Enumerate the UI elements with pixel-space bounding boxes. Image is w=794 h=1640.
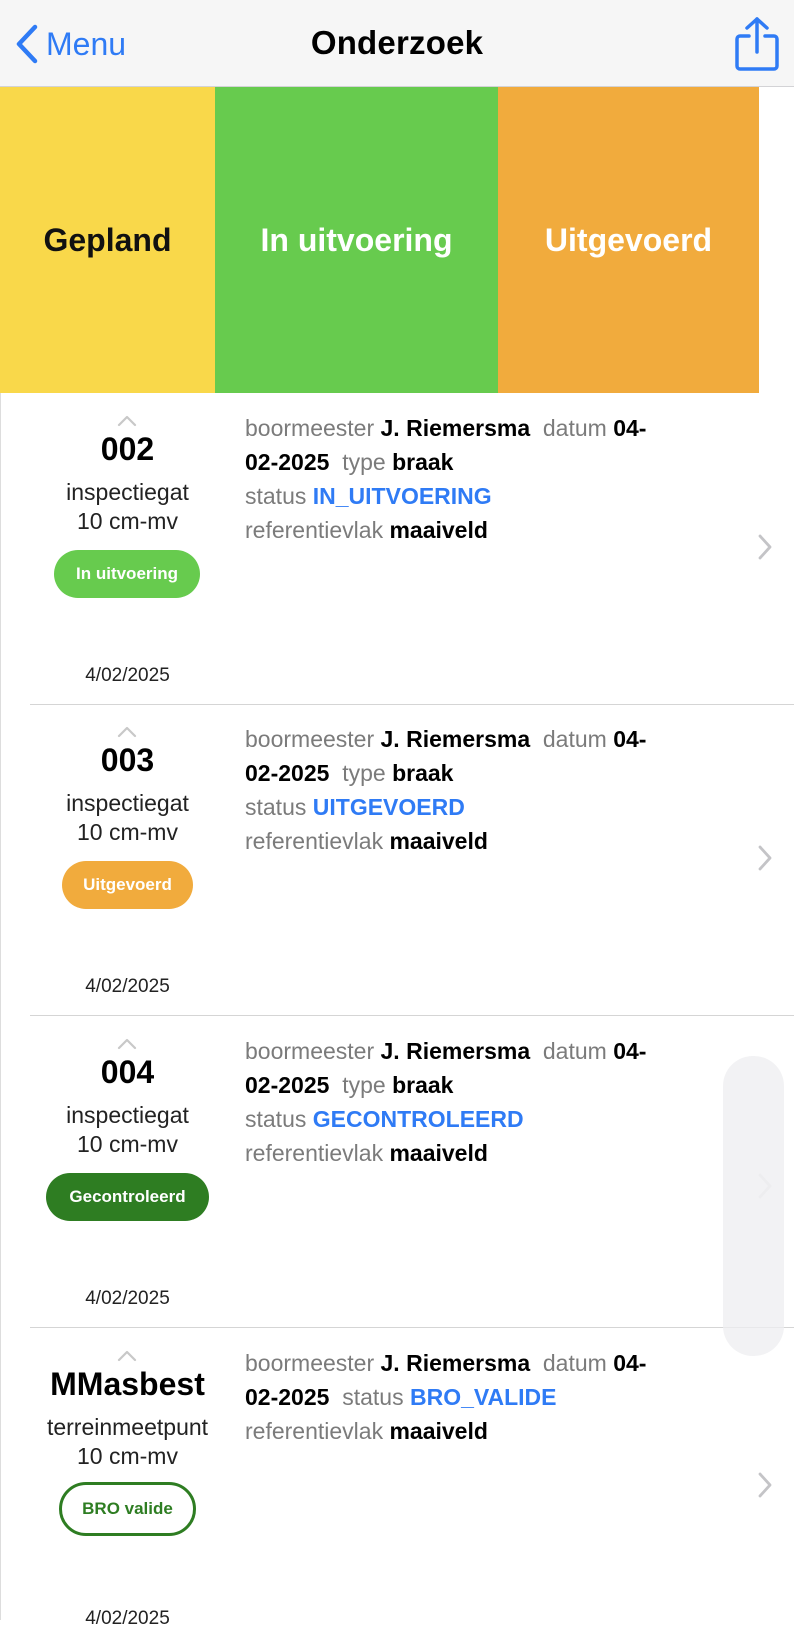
list-item[interactable]: MMasbest terreinmeetpunt 10 cm-mv BRO va… bbox=[0, 1328, 794, 1640]
label-datum: datum bbox=[542, 415, 607, 441]
status-tabs: Gepland In uitvoering Uitgevoerd bbox=[0, 87, 759, 393]
value-status: IN_UITVOERING bbox=[312, 483, 492, 509]
value-datum-part1: 04- bbox=[613, 415, 647, 441]
label-datum: datum bbox=[542, 1350, 607, 1376]
chevron-right-icon bbox=[758, 1472, 772, 1498]
chevron-right-icon bbox=[758, 845, 772, 871]
navigation-bar: Menu Onderzoek bbox=[0, 0, 794, 87]
label-status: status bbox=[342, 1384, 404, 1410]
value-boormeester: J. Riemersma bbox=[380, 1038, 531, 1064]
item-date: 4/02/2025 bbox=[85, 1608, 170, 1629]
item-kind: inspectiegat bbox=[66, 479, 189, 505]
item-date: 4/02/2025 bbox=[85, 665, 170, 686]
value-referentievlak: maaiveld bbox=[389, 828, 488, 854]
item-depth: 10 cm-mv bbox=[77, 508, 178, 534]
chevron-up-icon[interactable] bbox=[117, 415, 137, 427]
item-depth: 10 cm-mv bbox=[77, 1131, 178, 1157]
value-datum-part1: 04- bbox=[613, 726, 647, 752]
item-kind: inspectiegat bbox=[66, 790, 189, 816]
tab-label: Gepland bbox=[43, 221, 172, 258]
value-boormeester: J. Riemersma bbox=[380, 415, 531, 441]
item-details: boormeester J. Riemersma datum 04- 02-20… bbox=[245, 722, 705, 858]
item-details: boormeester J. Riemersma datum 04- 02-20… bbox=[245, 1034, 705, 1170]
value-datum-part2: 02-2025 bbox=[245, 449, 330, 475]
tab-label: Uitgevoerd bbox=[544, 221, 713, 258]
label-status: status bbox=[245, 483, 307, 509]
label-referentievlak: referentievlak bbox=[245, 1418, 384, 1444]
label-datum: datum bbox=[542, 726, 607, 752]
item-code: MMasbest bbox=[50, 1366, 205, 1402]
label-datum: datum bbox=[542, 1038, 607, 1064]
item-code: 002 bbox=[100, 431, 155, 467]
value-datum-part2: 02-2025 bbox=[245, 1072, 330, 1098]
status-badge: BRO valide bbox=[59, 1482, 196, 1536]
chevron-up-icon[interactable] bbox=[117, 1350, 137, 1362]
status-badge: Gecontroleerd bbox=[46, 1173, 209, 1221]
chevron-right-icon bbox=[758, 534, 772, 560]
status-badge: In uitvoering bbox=[54, 550, 200, 598]
value-datum-part1: 04- bbox=[613, 1038, 647, 1064]
item-details: boormeester J. Riemersma datum 04- 02-20… bbox=[245, 1346, 705, 1448]
value-boormeester: J. Riemersma bbox=[380, 726, 531, 752]
item-code: 004 bbox=[100, 1054, 155, 1090]
item-kind: terreinmeetpunt bbox=[46, 1414, 209, 1440]
scrollbar[interactable] bbox=[723, 1056, 784, 1356]
value-status: UITGEVOERD bbox=[312, 794, 465, 820]
tab-uitgevoerd[interactable]: Uitgevoerd bbox=[498, 87, 759, 393]
value-type: braak bbox=[392, 1072, 454, 1098]
value-status: GECONTROLEERD bbox=[312, 1106, 524, 1132]
value-type: braak bbox=[392, 760, 454, 786]
label-referentievlak: referentievlak bbox=[245, 1140, 384, 1166]
value-referentievlak: maaiveld bbox=[389, 1418, 488, 1444]
list-item[interactable]: 004 inspectiegat 10 cm-mv Gecontroleerd … bbox=[0, 1016, 794, 1328]
item-code: 003 bbox=[100, 742, 155, 778]
list-item[interactable]: 003 inspectiegat 10 cm-mv Uitgevoerd 4/0… bbox=[0, 704, 794, 1016]
share-icon[interactable] bbox=[734, 16, 780, 72]
value-status: BRO_VALIDE bbox=[409, 1384, 557, 1410]
item-kind: inspectiegat bbox=[66, 1102, 189, 1128]
item-depth: 10 cm-mv bbox=[77, 819, 178, 845]
value-datum-part2: 02-2025 bbox=[245, 760, 330, 786]
label-boormeester: boormeester bbox=[245, 1038, 375, 1064]
label-referentievlak: referentievlak bbox=[245, 828, 384, 854]
item-date: 4/02/2025 bbox=[85, 1288, 170, 1309]
list-item[interactable]: 002 inspectiegat 10 cm-mv In uitvoering … bbox=[0, 393, 794, 705]
item-date: 4/02/2025 bbox=[85, 976, 170, 997]
label-status: status bbox=[245, 794, 307, 820]
value-referentievlak: maaiveld bbox=[389, 1140, 488, 1166]
label-boormeester: boormeester bbox=[245, 1350, 375, 1376]
label-type: type bbox=[342, 449, 386, 475]
status-badge: Uitgevoerd bbox=[62, 861, 193, 909]
label-status: status bbox=[245, 1106, 307, 1132]
item-depth: 10 cm-mv bbox=[77, 1443, 178, 1469]
chevron-up-icon[interactable] bbox=[117, 1038, 137, 1050]
value-referentievlak: maaiveld bbox=[389, 517, 488, 543]
value-datum-part2: 02-2025 bbox=[245, 1384, 330, 1410]
value-boormeester: J. Riemersma bbox=[380, 1350, 531, 1376]
tab-in-uitvoering[interactable]: In uitvoering bbox=[215, 87, 498, 393]
tab-label: In uitvoering bbox=[260, 221, 453, 258]
label-referentievlak: referentievlak bbox=[245, 517, 384, 543]
value-type: braak bbox=[392, 449, 454, 475]
label-type: type bbox=[342, 760, 386, 786]
tab-gepland[interactable]: Gepland bbox=[0, 87, 215, 393]
value-datum-part1: 04- bbox=[613, 1350, 647, 1376]
chevron-up-icon[interactable] bbox=[117, 726, 137, 738]
page-title: Onderzoek bbox=[310, 24, 484, 61]
label-type: type bbox=[342, 1072, 386, 1098]
item-details: boormeester J. Riemersma datum 04- 02-20… bbox=[245, 411, 705, 547]
label-boormeester: boormeester bbox=[245, 415, 375, 441]
label-boormeester: boormeester bbox=[245, 726, 375, 752]
